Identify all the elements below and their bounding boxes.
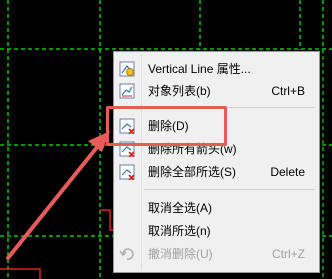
menu-item-label: 对象列表(b): [148, 84, 211, 98]
menu-item-shortcut: Ctrl+B: [271, 84, 305, 98]
menu-item-label: 取消全选(A): [148, 201, 212, 215]
menu-item-properties[interactable]: Vertical Line 属性...: [116, 58, 317, 80]
object-list-icon: [119, 83, 135, 99]
menu-item-deselect-all[interactable]: 取消全选(A): [116, 197, 317, 219]
undo-icon: [119, 248, 134, 260]
menu-item-delete-all-selected[interactable]: 删除全部所选(S) Delete: [116, 161, 317, 183]
menu-item-shortcut: Ctrl+Z: [272, 247, 305, 261]
context-menu: Vertical Line 属性... 对象列表(b) Ctrl+B 删除(D)…: [113, 51, 320, 273]
menu-item-deselect[interactable]: 取消所选(n): [116, 220, 317, 242]
menu-item-object-list[interactable]: 对象列表(b) Ctrl+B: [116, 80, 317, 102]
menu-item-undo-delete[interactable]: 撤消删除(U) Ctrl+Z: [116, 243, 317, 265]
menu-item-label: Vertical Line 属性...: [148, 62, 251, 76]
properties-icon: [119, 61, 135, 77]
menu-item-label: 撤消删除(U): [148, 247, 213, 261]
delete-selected-icon: [119, 164, 135, 180]
menu-item-label: 删除全部所选(S): [148, 165, 236, 179]
menu-item-label: 取消所选(n): [148, 224, 211, 238]
menu-separator: [144, 189, 315, 190]
annotation-highlight-box: [106, 106, 227, 146]
menu-item-shortcut: Delete: [270, 165, 305, 179]
